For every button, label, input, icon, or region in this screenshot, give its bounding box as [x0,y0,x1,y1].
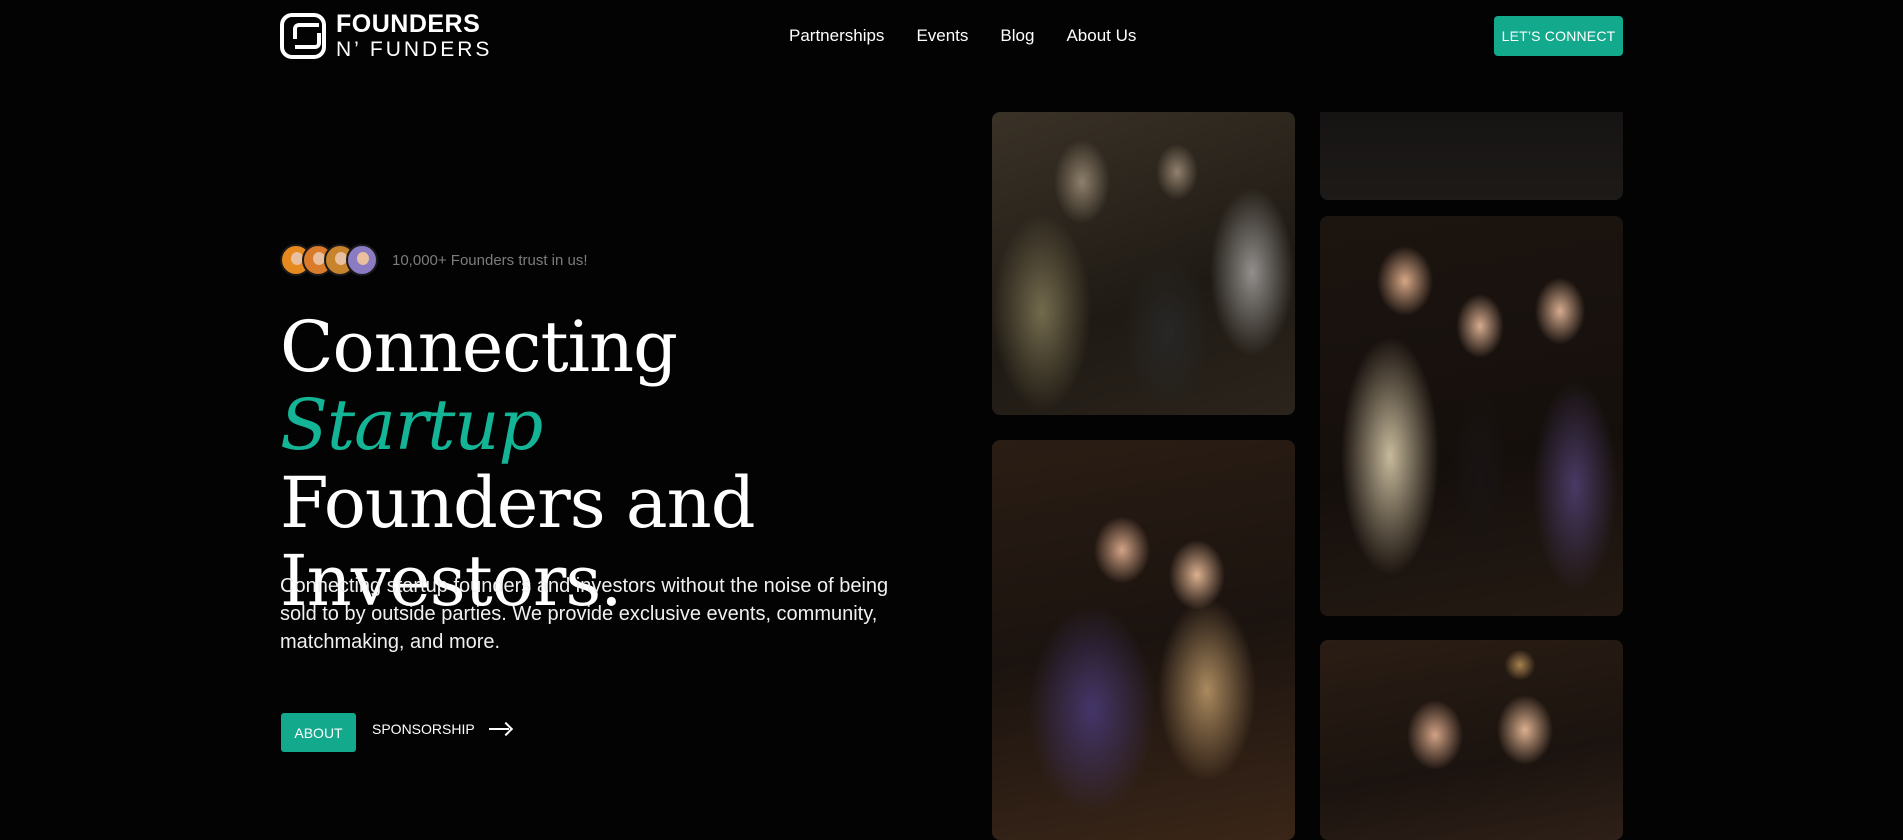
headline-accent: Startup [280,384,543,466]
about-button[interactable]: ABOUT [281,713,356,752]
headline-word: Connecting [280,306,678,388]
main-nav: Partnerships Events Blog About Us [789,26,1136,46]
page: FOUNDERS N’ FUNDERS Partnerships Events … [0,0,1903,840]
lets-connect-button[interactable]: LET’S CONNECT [1494,16,1623,56]
event-photo [992,112,1295,415]
event-photo [1320,112,1623,200]
event-photo [1320,216,1623,616]
sponsorship-label: SPONSORSHIP [372,721,475,737]
nav-about-us[interactable]: About Us [1066,26,1136,46]
sponsorship-link[interactable]: SPONSORSHIP [372,721,511,737]
event-photo [992,440,1295,840]
brand-logo[interactable]: FOUNDERS N’ FUNDERS [280,12,492,60]
headline-line2: Founders and [280,462,756,544]
nav-partnerships[interactable]: Partnerships [789,26,884,46]
logo-line1: FOUNDERS [336,10,481,38]
logo-icon [280,13,326,59]
logo-text: FOUNDERS N’ FUNDERS [336,10,493,61]
nav-events[interactable]: Events [916,26,968,46]
trust-row: 10,000+ Founders trust in us! [280,244,588,276]
hero-description: Connecting startup founders and investor… [280,575,889,653]
trust-text: 10,000+ Founders trust in us! [392,251,588,269]
avatar [346,244,378,276]
avatar-stack [280,244,378,276]
arrow-right-icon [488,724,511,734]
nav-blog[interactable]: Blog [1000,26,1034,46]
logo-line2: N’ FUNDERS [336,38,493,61]
event-photo [1320,640,1623,840]
